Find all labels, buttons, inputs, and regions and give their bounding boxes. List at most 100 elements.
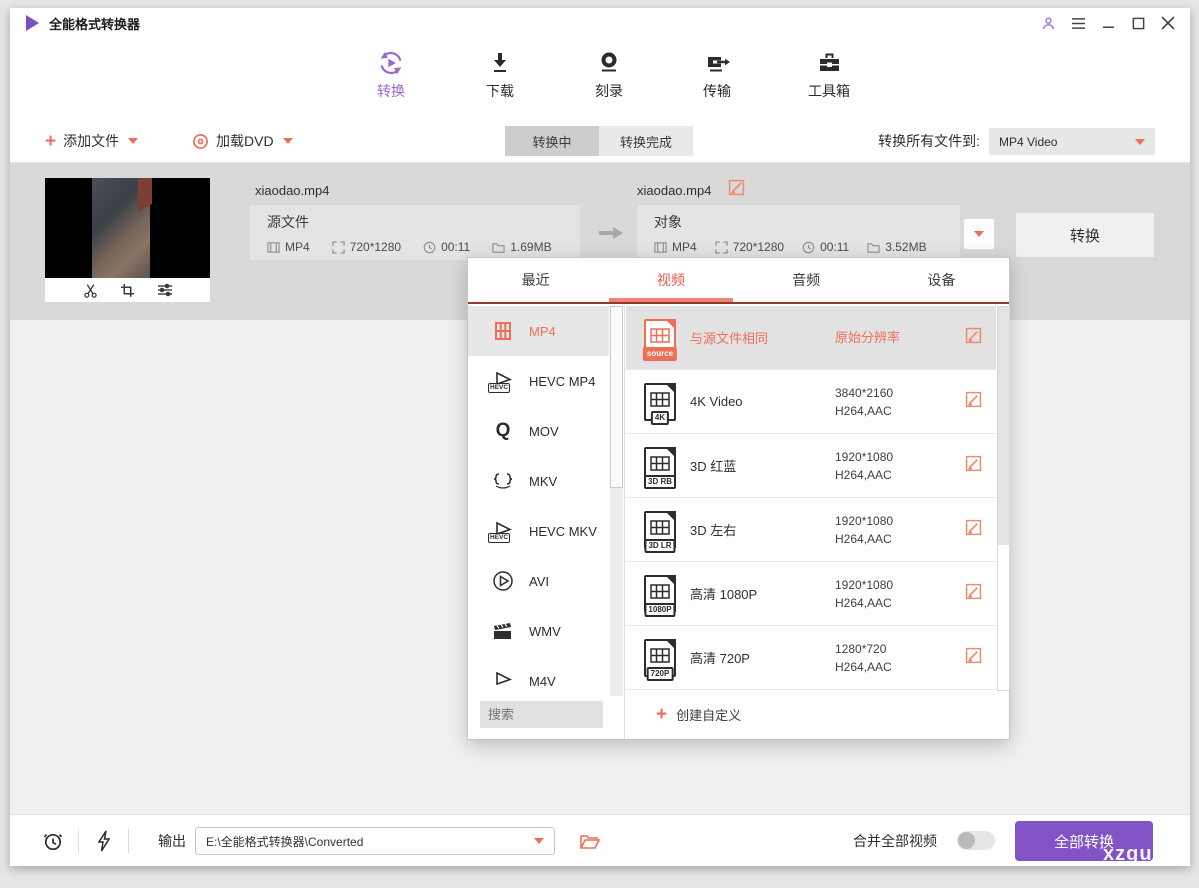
toolbox-icon — [779, 48, 879, 78]
edit-preset-icon[interactable] — [965, 391, 982, 413]
tab-download[interactable]: 下载 — [455, 48, 545, 101]
merge-toggle[interactable] — [957, 831, 995, 850]
popup-tab-audio[interactable]: 音频 — [739, 258, 874, 302]
film-icon — [654, 241, 667, 254]
4k-format-icon: 4K — [644, 383, 676, 421]
maximize-icon[interactable] — [1130, 15, 1146, 31]
search-input[interactable] — [480, 701, 603, 728]
open-folder-button[interactable] — [580, 815, 600, 867]
source-info-box: 源文件 MP4 720*1280 00:11 — [250, 205, 580, 260]
user-icon[interactable] — [1040, 15, 1056, 31]
tab-converting[interactable]: 转换中 — [505, 126, 599, 156]
hevc-mkv-icon: HEVC — [490, 519, 516, 543]
convert-state-tabs: 转换中 转换完成 — [505, 126, 693, 156]
edit-preset-icon[interactable] — [965, 455, 982, 477]
chevron-down-icon — [128, 138, 138, 144]
preset-list: source 与源文件相同 原始分辨率 4K — [626, 306, 996, 691]
app-title: 全能格式转换器 — [49, 14, 140, 33]
preset-list-scrollbar-handle[interactable] — [998, 307, 1009, 545]
convert-button[interactable]: 转换 — [1015, 212, 1155, 258]
popup-tab-device[interactable]: 设备 — [874, 258, 1009, 302]
transfer-icon — [672, 48, 762, 78]
plus-icon: + — [45, 132, 56, 151]
format-item-m4v[interactable]: M4V — [468, 656, 609, 696]
thumbnail-image — [45, 178, 210, 278]
bolt-icon — [96, 830, 112, 852]
resolution-icon — [715, 241, 728, 254]
preset-row-4k[interactable]: 4K 4K Video 3840*2160 H264,AAC — [626, 370, 996, 434]
preset-row-3d-lr[interactable]: 3D LR 3D 左右 1920*1080 H264,AAC — [626, 498, 996, 562]
load-dvd-button[interactable]: 加载DVD — [192, 120, 293, 162]
m4v-icon — [490, 669, 516, 693]
preset-row-source[interactable]: source 与源文件相同 原始分辨率 — [626, 306, 996, 370]
preset-row-3d-rb[interactable]: 3D RB 3D 红蓝 1920*1080 H264,AAC — [626, 434, 996, 498]
wmv-icon — [490, 619, 516, 643]
mkv-icon — [490, 469, 516, 493]
tab-convert[interactable]: 转换 — [346, 48, 436, 101]
output-path-select[interactable]: E:\全能格式转换器\Converted — [195, 827, 555, 855]
format-item-mov[interactable]: Q MOV — [468, 406, 609, 456]
app-window: 全能格式转换器 — [10, 8, 1190, 866]
sidebar-scrollbar[interactable] — [610, 306, 623, 696]
format-item-avi[interactable]: AVI — [468, 556, 609, 606]
format-sidebar: MP4 HEVC HEVC MP4 Q MOV — [468, 306, 609, 696]
merge-label: 合并全部视频 — [853, 815, 937, 867]
crop-icon[interactable] — [120, 283, 135, 298]
folder-icon — [867, 241, 880, 254]
output-format-select[interactable]: MP4 Video — [989, 128, 1155, 155]
target-info-box: 对象 MP4 720*1280 00:11 — [637, 205, 960, 260]
preset-row-1080p[interactable]: 1080P 高清 1080P 1920*1080 H264,AAC — [626, 562, 996, 626]
schedule-button[interactable] — [42, 815, 64, 867]
open-folder-icon — [580, 833, 600, 850]
menu-icon[interactable] — [1070, 15, 1086, 31]
format-picker-popup: 最近 视频 音频 设备 MP4 HEVC HEVC MP4 — [467, 257, 1010, 740]
tab-finished[interactable]: 转换完成 — [599, 126, 693, 156]
convert-all-label: 转换所有文件到: — [878, 131, 980, 151]
popup-tab-recent[interactable]: 最近 — [468, 258, 603, 302]
chevron-down-icon — [534, 838, 544, 844]
format-item-hevc-mp4[interactable]: HEVC HEVC MP4 — [468, 356, 609, 406]
preset-list-scrollbar[interactable] — [997, 306, 1010, 691]
sidebar-scrollbar-handle[interactable] — [610, 306, 623, 488]
edit-preset-icon[interactable] — [965, 519, 982, 541]
preset-row-720p[interactable]: 720P 高清 720P 1280*720 H264,AAC — [626, 626, 996, 690]
format-item-mkv[interactable]: MKV — [468, 456, 609, 506]
edit-preset-icon[interactable] — [965, 327, 982, 349]
chevron-down-icon — [283, 138, 293, 144]
add-file-button[interactable]: + 添加文件 — [45, 120, 138, 162]
title-bar: 全能格式转换器 — [10, 8, 1190, 38]
tab-burn[interactable]: 刻录 — [564, 48, 654, 101]
create-custom-button[interactable]: + 创建自定义 — [656, 705, 741, 724]
effects-icon[interactable] — [157, 283, 173, 297]
desktop: 全能格式转换器 — [0, 0, 1199, 888]
hevc-mp4-icon: HEVC — [490, 369, 516, 393]
avi-icon — [490, 569, 516, 593]
format-item-mp4[interactable]: MP4 — [468, 306, 609, 356]
high-speed-button[interactable] — [96, 815, 112, 867]
rename-icon[interactable] — [728, 179, 745, 201]
film-icon — [267, 241, 280, 254]
format-item-hevc-mkv[interactable]: HEVC HEVC MKV — [468, 506, 609, 556]
main-nav: 转换 下载 刻录 — [10, 38, 1190, 120]
edit-preset-icon[interactable] — [965, 583, 982, 605]
format-dropdown-button[interactable] — [963, 218, 995, 250]
source-format-icon: source — [644, 319, 676, 357]
video-thumbnail[interactable] — [45, 178, 210, 302]
output-label: 输出 — [158, 815, 186, 867]
download-icon — [455, 48, 545, 78]
tab-transfer[interactable]: 传输 — [672, 48, 762, 101]
trim-icon[interactable] — [83, 283, 98, 298]
close-icon[interactable] — [1160, 15, 1176, 31]
chevron-down-icon — [974, 231, 984, 237]
edit-preset-icon[interactable] — [965, 647, 982, 669]
3d-lr-format-icon: 3D LR — [644, 511, 676, 549]
source-file-name: xiaodao.mp4 — [255, 183, 329, 198]
format-item-wmv[interactable]: WMV — [468, 606, 609, 656]
clock-icon — [802, 241, 815, 254]
source-title: 源文件 — [267, 212, 580, 232]
minimize-icon[interactable] — [1100, 15, 1116, 31]
tab-toolbox[interactable]: 工具箱 — [779, 48, 879, 101]
popup-tab-video[interactable]: 视频 — [603, 258, 738, 302]
chevron-down-icon — [1135, 139, 1145, 145]
resolution-icon — [332, 241, 345, 254]
